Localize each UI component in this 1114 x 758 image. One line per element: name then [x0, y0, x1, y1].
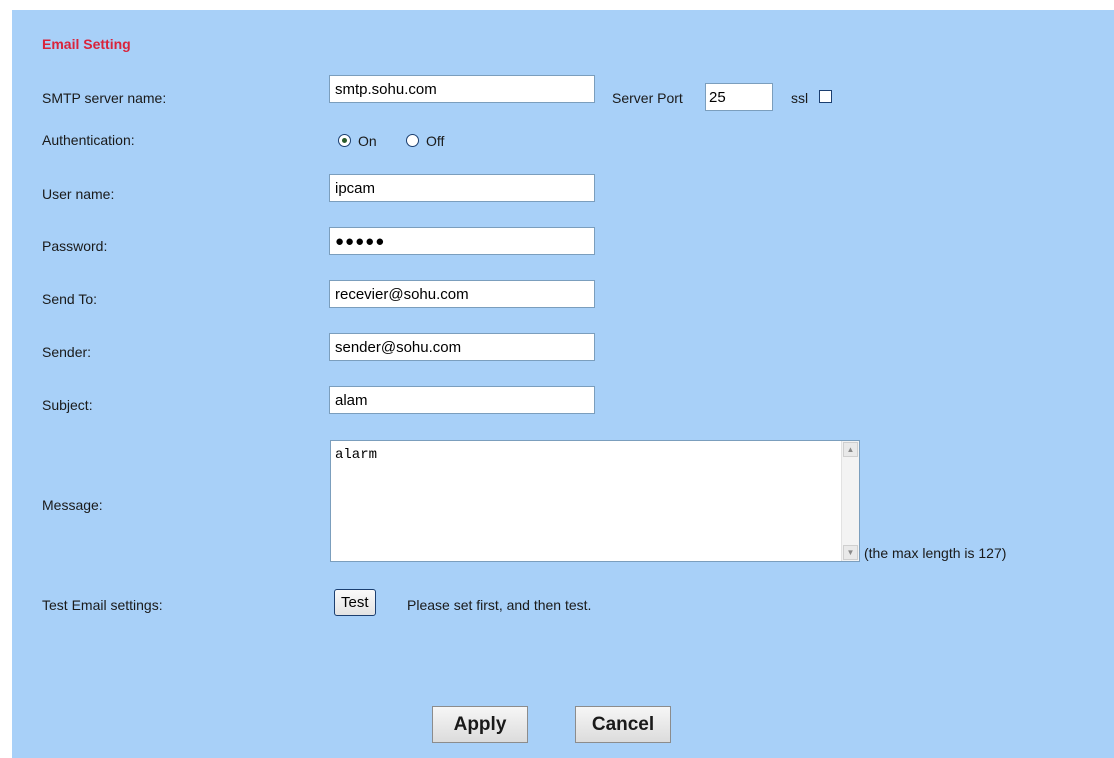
- subject-input[interactable]: [329, 386, 595, 414]
- password-input[interactable]: [329, 227, 595, 255]
- message-scrollbar[interactable]: ▲ ▼: [841, 441, 859, 561]
- password-label: Password:: [42, 238, 108, 254]
- auth-off-radio[interactable]: [406, 134, 419, 147]
- email-settings-panel: Email Setting SMTP server name: Server P…: [12, 10, 1114, 758]
- cancel-button[interactable]: Cancel: [575, 706, 671, 743]
- message-label: Message:: [42, 497, 103, 513]
- scroll-up-icon[interactable]: ▲: [843, 442, 858, 457]
- section-title: Email Setting: [42, 36, 131, 52]
- max-length-note: (the max length is 127): [864, 545, 1007, 561]
- authentication-label: Authentication:: [42, 132, 135, 148]
- username-input[interactable]: [329, 174, 595, 202]
- server-port-label: Server Port: [612, 90, 683, 106]
- test-button[interactable]: Test: [334, 589, 376, 616]
- server-port-input[interactable]: [705, 83, 773, 111]
- smtp-server-label: SMTP server name:: [42, 90, 167, 106]
- message-textarea[interactable]: alarm ▲ ▼: [330, 440, 860, 562]
- smtp-server-input[interactable]: [329, 75, 595, 103]
- sender-input[interactable]: [329, 333, 595, 361]
- test-email-label: Test Email settings:: [42, 597, 163, 613]
- ssl-label: ssl: [791, 90, 809, 106]
- test-hint: Please set first, and then test.: [407, 597, 592, 613]
- send-to-label: Send To:: [42, 291, 98, 307]
- username-label: User name:: [42, 186, 115, 202]
- sender-label: Sender:: [42, 344, 92, 360]
- subject-label: Subject:: [42, 397, 93, 413]
- message-text: alarm: [335, 447, 378, 463]
- send-to-input[interactable]: [329, 280, 595, 308]
- auth-on-label: On: [358, 133, 377, 149]
- auth-on-radio[interactable]: [338, 134, 351, 147]
- auth-off-label: Off: [426, 133, 445, 149]
- scroll-down-icon[interactable]: ▼: [843, 545, 858, 560]
- apply-button[interactable]: Apply: [432, 706, 528, 743]
- ssl-checkbox[interactable]: [819, 90, 832, 103]
